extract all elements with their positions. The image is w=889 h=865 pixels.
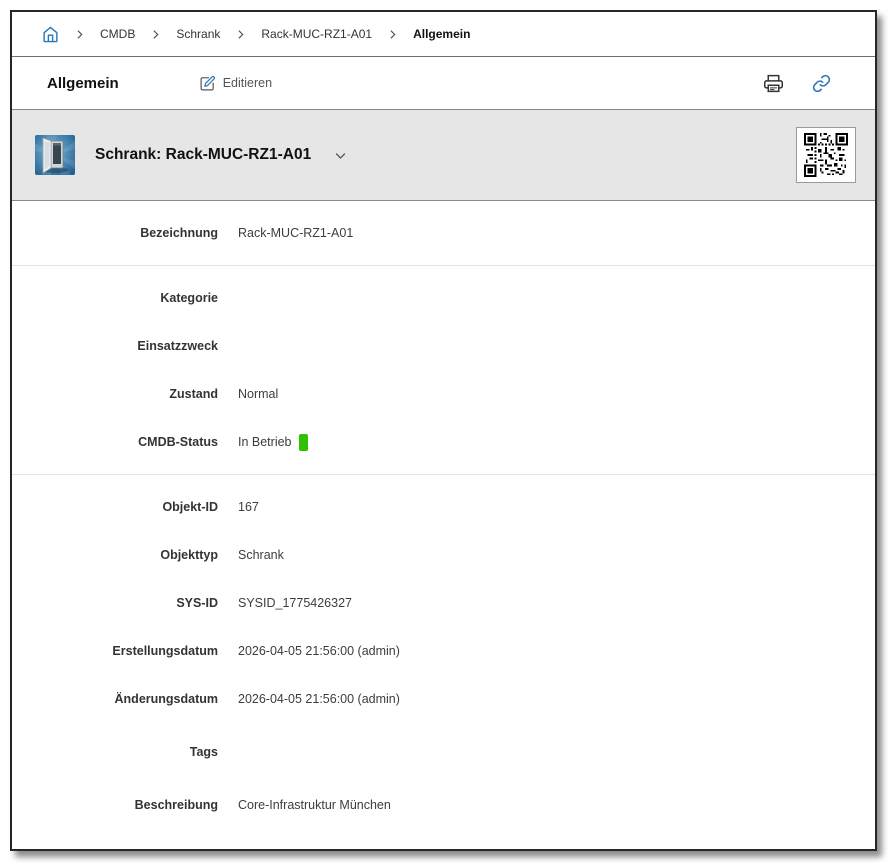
field-label: Erstellungsdatum [12, 644, 218, 658]
home-icon [42, 26, 59, 43]
field-value: Rack-MUC-RZ1-A01 [238, 226, 353, 240]
field-row-objekttyp: Objekttyp Schrank [12, 531, 875, 579]
qr-code [796, 127, 856, 183]
permalink-button[interactable] [807, 69, 835, 97]
field-label: Kategorie [12, 291, 218, 305]
field-section-meta: Objekt-ID 167 Objekttyp Schrank SYS-ID S… [12, 475, 875, 837]
field-value: SYSID_1775426327 [238, 596, 352, 610]
field-label: Beschreibung [12, 798, 218, 812]
field-row-beschreibung: Beschreibung Core-Infrastruktur München [12, 781, 875, 829]
edit-button-label: Editieren [223, 76, 272, 90]
field-value: In Betrieb [238, 434, 308, 451]
field-row-aenderungsdatum: Änderungsdatum 2026-04-05 21:56:00 (admi… [12, 675, 875, 723]
field-value: Core-Infrastruktur München [238, 798, 391, 812]
printer-icon [763, 73, 784, 94]
field-row-bezeichnung: Bezeichnung Rack-MUC-RZ1-A01 [12, 209, 875, 257]
field-label: Objekt-ID [12, 500, 218, 514]
field-value: 2026-04-05 21:56:00 (admin) [238, 692, 400, 706]
field-row-einsatzzweck: Einsatzzweck [12, 322, 875, 370]
rack-cabinet-icon [35, 135, 75, 175]
field-value: Normal [238, 387, 278, 401]
object-title-expander[interactable] [333, 148, 348, 163]
field-section-title: Bezeichnung Rack-MUC-RZ1-A01 [12, 201, 875, 266]
category-content: Bezeichnung Rack-MUC-RZ1-A01 Kategorie E… [12, 201, 875, 849]
status-badge [299, 434, 308, 451]
object-title: Schrank: Rack-MUC-RZ1-A01 [95, 146, 311, 164]
breadcrumb-home-link[interactable] [42, 26, 59, 43]
field-value: Schrank [238, 548, 284, 562]
field-label: Einsatzzweck [12, 339, 218, 353]
field-value: 2026-04-05 21:56:00 (admin) [238, 644, 400, 658]
field-row-sys-id: SYS-ID SYSID_1775426327 [12, 579, 875, 627]
pencil-square-icon [199, 75, 216, 92]
breadcrumb-item-cmdb[interactable]: CMDB [100, 27, 135, 41]
field-label: Bezeichnung [12, 226, 218, 240]
chevron-right-icon [149, 28, 162, 41]
breadcrumb-item-current: Allgemein [413, 27, 470, 41]
chevron-right-icon [73, 28, 86, 41]
breadcrumb: CMDB Schrank Rack-MUC-RZ1-A01 Allgemein [12, 12, 875, 57]
category-toolbar: Allgemein Editieren [12, 57, 875, 109]
field-row-tags: Tags [12, 723, 875, 781]
field-row-kategorie: Kategorie [12, 274, 875, 322]
chevron-down-icon [333, 148, 348, 163]
field-label: Tags [12, 745, 218, 759]
field-value: 167 [238, 500, 259, 514]
field-row-zustand: Zustand Normal [12, 370, 875, 418]
breadcrumb-item-objecttype[interactable]: Schrank [176, 27, 220, 41]
chevron-right-icon [386, 28, 399, 41]
field-label: CMDB-Status [12, 435, 218, 449]
cmdb-status-text: In Betrieb [238, 435, 292, 449]
cmdb-detail-window: CMDB Schrank Rack-MUC-RZ1-A01 Allgemein … [10, 10, 877, 851]
breadcrumb-item-object[interactable]: Rack-MUC-RZ1-A01 [261, 27, 372, 41]
category-title: Allgemein [47, 75, 119, 92]
field-row-erstellungsdatum: Erstellungsdatum 2026-04-05 21:56:00 (ad… [12, 627, 875, 675]
field-row-cmdb-status: CMDB-Status In Betrieb [12, 418, 875, 466]
field-section-status: Kategorie Einsatzzweck Zustand Normal CM… [12, 266, 875, 475]
field-label: Objekttyp [12, 548, 218, 562]
print-button[interactable] [759, 69, 787, 97]
chevron-right-icon [234, 28, 247, 41]
field-label: Änderungsdatum [12, 692, 218, 706]
edit-button[interactable]: Editieren [199, 75, 272, 92]
field-row-objekt-id: Objekt-ID 167 [12, 483, 875, 531]
field-label: SYS-ID [12, 596, 218, 610]
field-label: Zustand [12, 387, 218, 401]
link-icon [812, 74, 831, 93]
object-header: Schrank: Rack-MUC-RZ1-A01 [12, 109, 875, 201]
